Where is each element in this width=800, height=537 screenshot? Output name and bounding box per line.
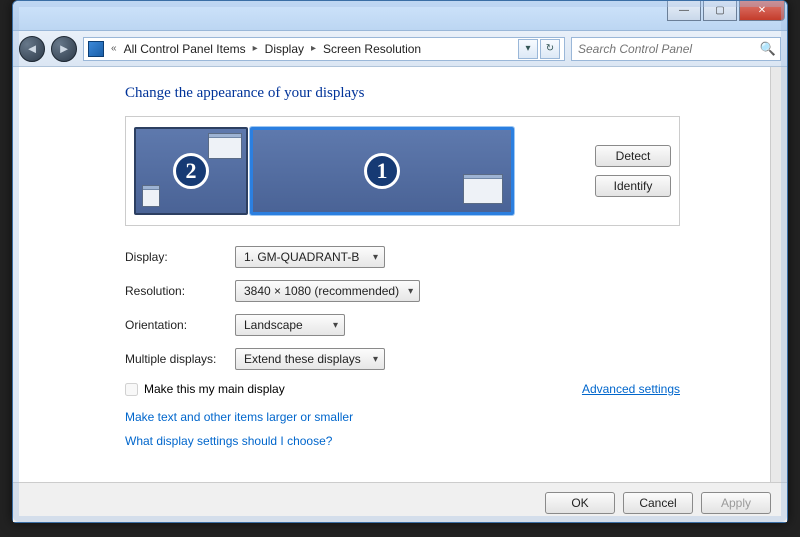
- multiple-displays-dropdown[interactable]: Extend these displays: [235, 348, 385, 370]
- make-main-display-checkbox[interactable]: [125, 383, 138, 396]
- orientation-label: Orientation:: [125, 318, 235, 332]
- chevron-right-icon: ▸: [308, 43, 319, 54]
- dialog-button-bar: OK Cancel Apply: [13, 482, 787, 522]
- main-pane: Change the appearance of your displays 2…: [13, 67, 770, 482]
- breadcrumb-overflow-icon[interactable]: «: [108, 43, 120, 54]
- identify-button[interactable]: Identify: [595, 175, 671, 197]
- orientation-dropdown[interactable]: Landscape: [235, 314, 345, 336]
- screen-resolution-window: — ▢ ✕ ◄ ► « All Control Panel Items ▸ Di…: [12, 0, 788, 523]
- window-thumbnail-icon: [463, 174, 503, 204]
- resolution-dropdown[interactable]: 3840 × 1080 (recommended): [235, 280, 420, 302]
- chevron-right-icon: ▸: [250, 43, 261, 54]
- address-dropdown-button[interactable]: ▾: [518, 39, 538, 59]
- cancel-button[interactable]: Cancel: [623, 492, 693, 514]
- control-panel-icon: [88, 41, 104, 57]
- ok-button[interactable]: OK: [545, 492, 615, 514]
- minimize-button[interactable]: —: [667, 1, 701, 21]
- display-label: Display:: [125, 250, 235, 264]
- search-icon[interactable]: 🔍: [760, 41, 776, 57]
- monitor-number: 2: [173, 153, 209, 189]
- window-titlebar: — ▢ ✕: [13, 1, 787, 31]
- monitor-number: 1: [364, 153, 400, 189]
- monitor-2[interactable]: 2: [134, 127, 248, 215]
- search-input[interactable]: [576, 41, 760, 57]
- make-main-display-label: Make this my main display: [144, 382, 285, 396]
- nav-back-button[interactable]: ◄: [19, 36, 45, 62]
- refresh-button[interactable]: ↻: [540, 39, 560, 59]
- resolution-label: Resolution:: [125, 284, 235, 298]
- nav-forward-button[interactable]: ►: [51, 36, 77, 62]
- advanced-settings-link[interactable]: Advanced settings: [582, 382, 680, 396]
- close-button[interactable]: ✕: [739, 1, 785, 21]
- breadcrumb-item[interactable]: Screen Resolution: [323, 42, 421, 56]
- detect-button[interactable]: Detect: [595, 145, 671, 167]
- page-title: Change the appearance of your displays: [125, 85, 680, 102]
- multiple-displays-label: Multiple displays:: [125, 352, 235, 366]
- text-size-link[interactable]: Make text and other items larger or smal…: [125, 410, 680, 424]
- breadcrumb-item[interactable]: All Control Panel Items: [124, 42, 246, 56]
- breadcrumb-item[interactable]: Display: [265, 42, 304, 56]
- maximize-button[interactable]: ▢: [703, 1, 737, 21]
- display-arrangement-box[interactable]: 2 1 Detect Identify: [125, 116, 680, 226]
- content-area: Change the appearance of your displays 2…: [13, 67, 787, 482]
- window-thumbnail-icon: [208, 133, 242, 159]
- search-box[interactable]: 🔍: [571, 37, 781, 61]
- breadcrumb[interactable]: « All Control Panel Items ▸ Display ▸ Sc…: [83, 37, 565, 61]
- vertical-scrollbar[interactable]: [770, 67, 787, 482]
- monitor-1[interactable]: 1: [250, 127, 514, 215]
- display-help-link[interactable]: What display settings should I choose?: [125, 434, 680, 448]
- monitor-layout[interactable]: 2 1: [134, 127, 514, 215]
- display-dropdown[interactable]: 1. GM-QUADRANT-B: [235, 246, 385, 268]
- explorer-nav-bar: ◄ ► « All Control Panel Items ▸ Display …: [13, 31, 787, 67]
- apply-button[interactable]: Apply: [701, 492, 771, 514]
- window-thumbnail-icon: [142, 185, 160, 207]
